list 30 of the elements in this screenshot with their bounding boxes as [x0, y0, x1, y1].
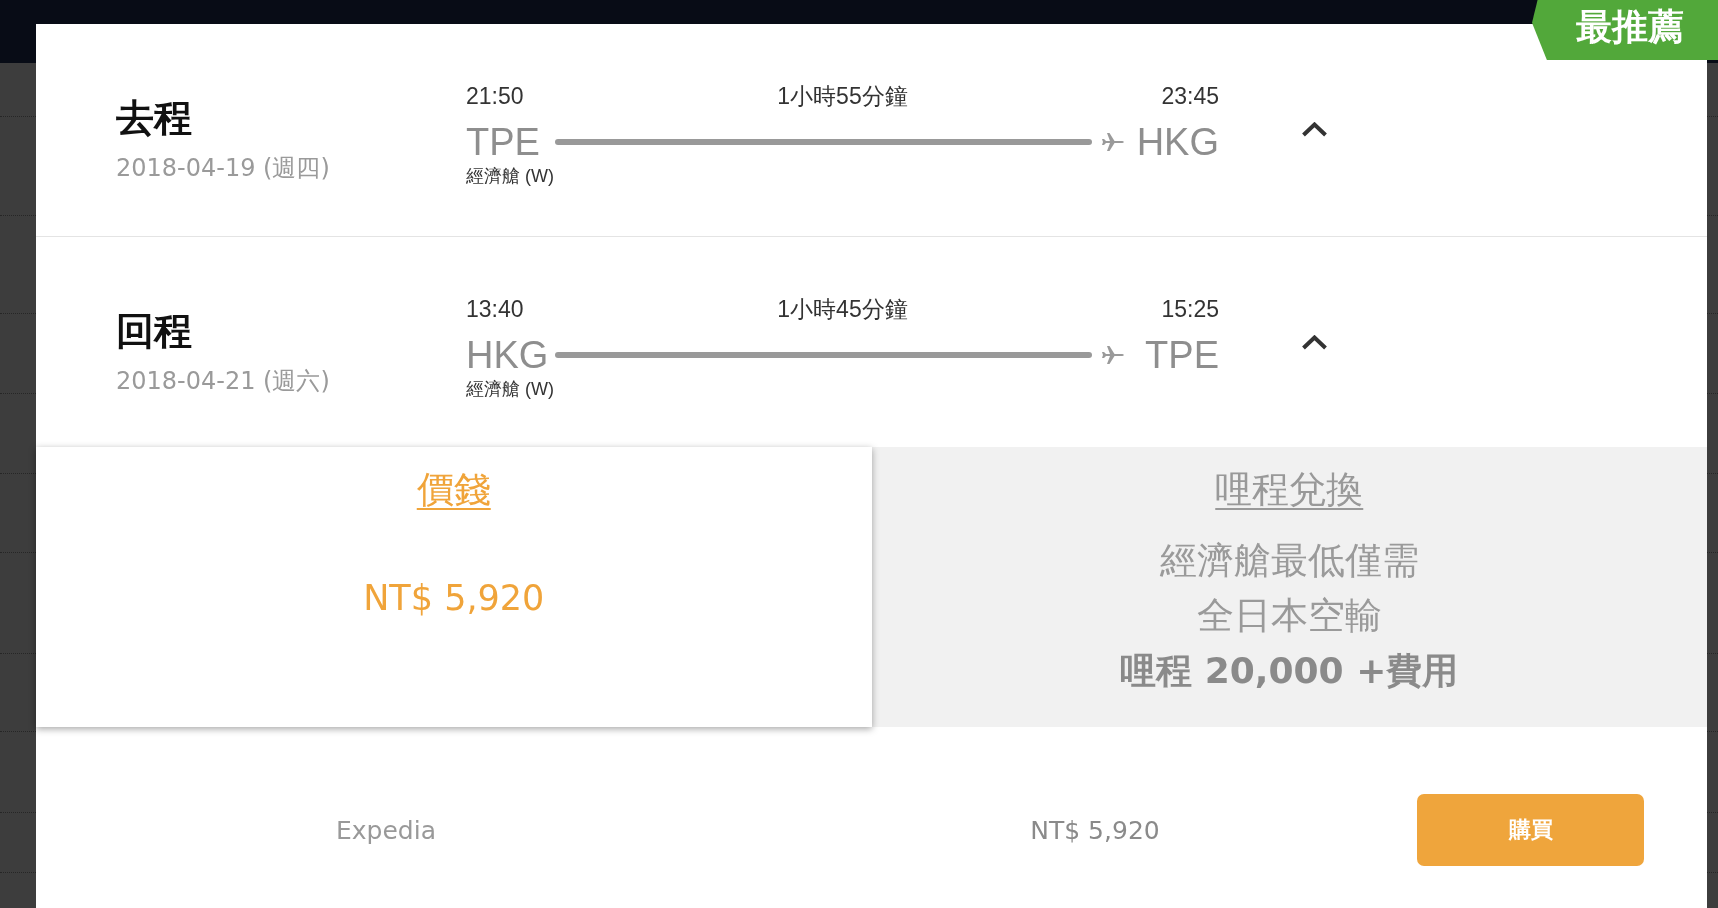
- cabin-class: 經濟艙 (W): [466, 378, 555, 400]
- airplane-icon: [1102, 346, 1124, 364]
- leg-title: 去程: [116, 96, 193, 141]
- leg-date: 2018-04-19 (週四): [116, 153, 331, 183]
- miles-text: 哩程 20,000 +費用: [1120, 649, 1459, 693]
- info-text: 經濟艙最低僅需: [1159, 538, 1419, 584]
- chevron-up-icon[interactable]: [1301, 335, 1328, 350]
- arrival-time: 23:45: [1161, 82, 1219, 110]
- cabin-class: 經濟艙 (W): [466, 165, 555, 187]
- flight-duration: 1小時55分鐘: [777, 82, 908, 110]
- airplane-icon: [1102, 133, 1124, 151]
- buy-button[interactable]: 購買: [1417, 794, 1644, 866]
- leg-title: 回程: [116, 309, 193, 354]
- fare-tab[interactable]: 價錢: [416, 467, 491, 513]
- chevron-up-icon[interactable]: [1301, 122, 1328, 137]
- origin-airport-code: HKG: [466, 333, 550, 378]
- departure-time: 21:50: [466, 82, 524, 110]
- info-text: 全日本空輸: [1196, 593, 1382, 639]
- recommended-badge: 最推薦: [1532, 0, 1718, 60]
- destination-airport-code: HKG: [1135, 120, 1219, 165]
- arrival-time: 15:25: [1161, 295, 1219, 323]
- offer-price: NT$ 5,920: [1030, 815, 1160, 845]
- destination-airport-code: TPE: [1144, 333, 1219, 378]
- flight-duration: 1小時45分鐘: [777, 295, 908, 323]
- leg-date: 2018-04-21 (週六): [116, 366, 331, 396]
- departure-time: 13:40: [466, 295, 524, 323]
- fare-tab[interactable]: 哩程兌換: [1215, 467, 1364, 513]
- price-text: NT$ 5,920: [363, 577, 545, 620]
- origin-airport-code: TPE: [466, 120, 541, 165]
- provider-name: Expedia: [336, 815, 436, 845]
